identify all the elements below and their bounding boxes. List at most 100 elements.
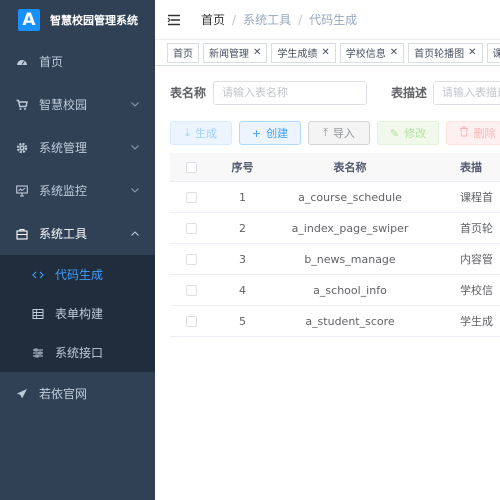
import-button-label: 导入 <box>332 127 355 140</box>
row-index: 5 <box>239 314 246 328</box>
tag-news[interactable]: 新闻管理 ✕ <box>203 42 268 63</box>
tag-school-info[interactable]: 学校信息 ✕ <box>339 42 405 63</box>
row-index: 3 <box>239 252 246 266</box>
tag-label: 首页轮播图 <box>414 49 465 60</box>
sidebar-item-label: 代码生成 <box>55 268 104 282</box>
table-row[interactable]: 1 a_course_schedule 课程首 <box>170 182 500 213</box>
sidebar-item-code-gen[interactable]: 代码生成 <box>0 255 155 294</box>
breadcrumb-home[interactable]: 首页 <box>201 11 225 28</box>
tag-label: 新闻管理 <box>209 49 249 60</box>
delete-button-label: 删除 <box>473 127 496 140</box>
sidebar-item-system-monitor[interactable]: 系统监控 <box>0 169 155 212</box>
edit-button[interactable]: ✎ 修改 <box>377 121 439 145</box>
sidebar-logo[interactable]: A 智慧校园管理系统 <box>0 0 155 40</box>
sidebar-item-label: 智慧校园 <box>39 98 88 112</box>
shopping-cart-icon <box>16 99 28 111</box>
sidebar-item-label: 系统监控 <box>39 184 88 198</box>
row-table-desc: 内容管 <box>460 253 493 266</box>
tags-view: 首页 新闻管理 ✕ 学生成绩 ✕ 学校信息 ✕ 首页轮播图 ✕ 课程 <box>155 40 500 66</box>
row-index: 2 <box>239 221 246 235</box>
chevron-up-icon <box>131 229 139 239</box>
sidebar-item-system-tools[interactable]: 系统工具 <box>0 212 155 255</box>
table-icon <box>32 308 44 320</box>
row-checkbox[interactable] <box>185 191 197 203</box>
column-header-table-name: 表名称 <box>333 161 367 174</box>
sidebar-item-system-api[interactable]: 系统接口 <box>0 333 155 372</box>
row-table-desc: 学生成 <box>460 315 493 328</box>
sidebar-item-home[interactable]: 首页 <box>0 40 155 83</box>
breadcrumb-code-gen: 代码生成 <box>309 13 358 27</box>
row-table-name: a_school_info <box>313 283 387 297</box>
plus-icon: + <box>251 126 262 140</box>
column-header-index: 序号 <box>231 161 254 174</box>
delete-button[interactable]: 删除 <box>446 121 500 145</box>
hamburger-icon[interactable] <box>167 12 183 28</box>
sidebar-item-form-builder[interactable]: 表单构建 <box>0 294 155 333</box>
breadcrumb: 首页 / 系统工具 / 代码生成 <box>201 11 357 28</box>
row-checkbox[interactable] <box>185 284 197 296</box>
gen-table: 序号 表名称 表描 1 a_course_schedule 课程首 2 a_in… <box>170 153 500 337</box>
code-icon <box>32 269 44 281</box>
generate-button-label: 生成 <box>194 127 217 140</box>
sidebar-item-label: 系统接口 <box>55 346 104 360</box>
table-name-label: 表名称 <box>170 86 207 100</box>
dashboard-icon <box>16 56 28 68</box>
table-row[interactable]: 5 a_student_score 学生成 <box>170 306 500 337</box>
import-button[interactable]: ⤒ 导入 <box>308 121 370 145</box>
table-header: 序号 表名称 表描 <box>170 153 500 182</box>
row-table-desc: 首页轮 <box>460 222 493 235</box>
create-button-label: 创建 <box>266 127 289 140</box>
close-icon[interactable]: ✕ <box>253 47 261 58</box>
row-index: 1 <box>239 190 246 204</box>
search-form: 表名称 请输入表名称 表描述 请输入表描述 <box>155 81 500 105</box>
tag-label: 课程 <box>493 45 500 60</box>
monitor-icon <box>16 184 28 197</box>
tag-course[interactable]: 课程 <box>486 42 500 63</box>
create-button[interactable]: + 创建 <box>239 121 301 145</box>
upload-icon: ⤒ <box>323 126 328 139</box>
table-name-input[interactable]: 请输入表名称 <box>213 81 367 105</box>
select-all-checkbox[interactable] <box>185 161 197 173</box>
tag-home[interactable]: 首页 <box>167 42 199 63</box>
table-row[interactable]: 3 b_news_manage 内容管 <box>170 244 500 275</box>
table-row[interactable]: 2 a_index_page_swiper 首页轮 <box>170 213 500 244</box>
row-checkbox[interactable] <box>185 253 197 265</box>
table-row[interactable]: 4 a_school_info 学校信 <box>170 275 500 306</box>
sidebar-item-label: 若依官网 <box>39 387 88 401</box>
sidebar: A 智慧校园管理系统 首页 智慧校园 系统管理 系统监控 系统工具 代码生成 表… <box>0 0 155 500</box>
system-tools-submenu: 代码生成 表单构建 系统接口 <box>0 255 155 372</box>
chevron-down-icon <box>131 143 139 153</box>
sidebar-item-system-admin[interactable]: 系统管理 <box>0 126 155 169</box>
tag-swiper[interactable]: 首页轮播图 ✕ <box>408 42 483 63</box>
breadcrumb-separator: / <box>232 12 237 27</box>
app-title: 智慧校园管理系统 <box>50 14 138 27</box>
main-content: 表名称 请输入表名称 表描述 请输入表描述 ⤓ 生成 + 创建 ⤒ 导入 ✎ 修… <box>155 66 500 500</box>
chevron-down-icon <box>131 186 139 196</box>
generate-button[interactable]: ⤓ 生成 <box>170 121 232 145</box>
sidebar-item-label: 首页 <box>39 55 64 69</box>
close-icon[interactable]: ✕ <box>321 47 329 58</box>
row-checkbox[interactable] <box>185 315 197 327</box>
tag-label: 首页 <box>173 49 193 60</box>
tag-label: 学校信息 <box>345 49 386 60</box>
close-icon[interactable]: ✕ <box>390 47 398 58</box>
tag-scores[interactable]: 学生成绩 ✕ <box>271 42 336 63</box>
table-desc-label: 表描述 <box>391 86 428 100</box>
sliders-icon <box>32 347 44 359</box>
navbar: 首页 / 系统工具 / 代码生成 <box>155 0 500 40</box>
row-table-name: a_student_score <box>305 314 395 328</box>
row-table-desc: 课程首 <box>460 191 493 204</box>
sidebar-item-campus[interactable]: 智慧校园 <box>0 83 155 126</box>
table-desc-input[interactable]: 请输入表描述 <box>433 81 500 105</box>
toolbox-icon <box>16 228 28 240</box>
sidebar-item-official-site[interactable]: 若依官网 <box>0 372 155 415</box>
row-checkbox[interactable] <box>185 222 197 234</box>
download-icon: ⤓ <box>185 126 190 139</box>
close-icon[interactable]: ✕ <box>468 47 476 58</box>
row-table-name: a_index_page_swiper <box>291 221 409 235</box>
row-table-name: a_course_schedule <box>298 190 402 204</box>
edit-icon: ✎ <box>389 126 400 140</box>
row-table-desc: 学校信 <box>460 284 493 297</box>
chevron-down-icon <box>131 100 139 110</box>
gear-icon <box>16 142 28 154</box>
